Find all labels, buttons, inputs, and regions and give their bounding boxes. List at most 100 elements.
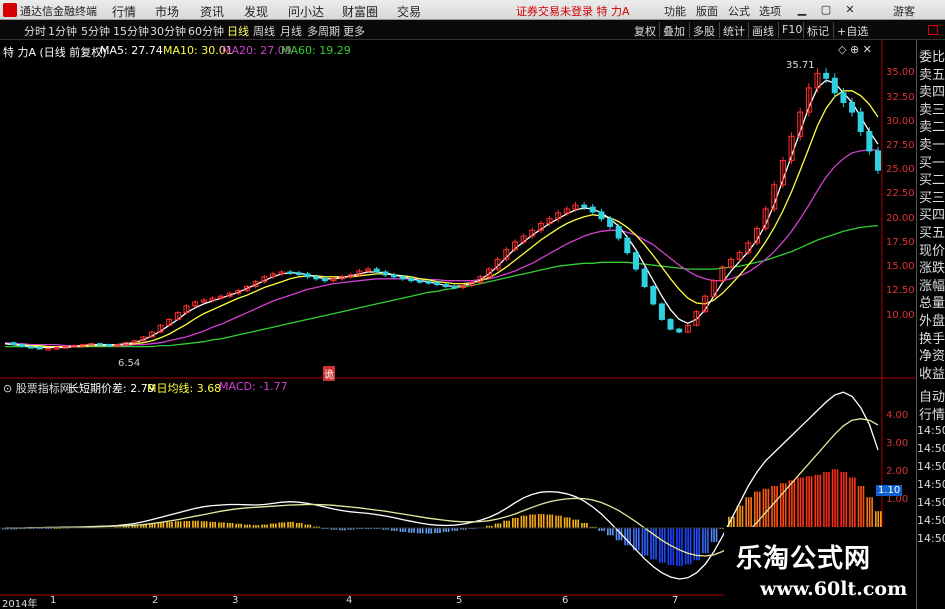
tool-multi-stock[interactable]: 多股	[693, 23, 715, 39]
period-daily[interactable]: 日线	[227, 23, 249, 39]
macd-bar	[549, 514, 551, 528]
tool-mark[interactable]: 标记	[807, 23, 829, 39]
macd-bar	[618, 528, 620, 541]
sidebar-time: 14:50	[917, 442, 945, 455]
period-multi[interactable]: 多周期	[307, 23, 340, 39]
period-30min[interactable]: 30分钟	[150, 23, 186, 39]
macd-bar	[805, 476, 808, 528]
macd-tick-label: 4.00	[886, 410, 909, 421]
macd-bar	[641, 528, 644, 556]
macd-bar	[871, 497, 873, 528]
menu-discover[interactable]: 发现	[244, 3, 268, 20]
menu-ask[interactable]: 问小达	[288, 3, 324, 20]
macd-bar	[542, 514, 545, 528]
macd-bar	[425, 528, 428, 534]
sidebar-mode-label[interactable]: 行情	[919, 404, 945, 423]
price-tick-label: 15.00	[886, 261, 915, 273]
candles	[10, 68, 881, 351]
macd-bar	[421, 528, 424, 534]
tool-statistics[interactable]: 统计	[723, 23, 745, 39]
menu-market[interactable]: 市场	[155, 3, 179, 20]
candle-down	[105, 344, 112, 347]
x-tick-label: 7	[672, 595, 679, 606]
macd-bar	[771, 486, 773, 528]
macd-bar	[261, 524, 263, 528]
period-more[interactable]: 更多	[343, 23, 365, 39]
menu-trade[interactable]: 交易	[397, 3, 421, 20]
tool-f10[interactable]: F10	[782, 23, 802, 36]
tool-overlay[interactable]: 叠加	[663, 23, 685, 39]
macd-bar	[609, 528, 612, 536]
sidebar-label: 买二	[919, 173, 945, 189]
panel-controls-icon[interactable]: ◇ ⊕ ✕	[838, 43, 872, 56]
macd-bar	[849, 477, 851, 528]
app-logo-icon	[3, 3, 17, 17]
macd-bar	[166, 521, 168, 528]
period-1min[interactable]: 1分钟	[48, 23, 77, 39]
close-icon[interactable]: ✕	[843, 3, 857, 17]
menu-layout[interactable]: 版面	[696, 3, 718, 19]
tool-adjust[interactable]: 复权	[634, 23, 656, 39]
menu-formula[interactable]: 公式	[728, 3, 750, 19]
corner-l-icon[interactable]	[928, 25, 938, 35]
macd-bar	[514, 517, 517, 528]
candle-down	[632, 252, 639, 270]
macd-bar	[274, 523, 277, 528]
macd-bar	[646, 528, 649, 556]
macd-bar	[745, 497, 747, 528]
sidebar-label: 卖五	[919, 67, 945, 83]
sidebar-label: 买四	[919, 208, 945, 224]
ma20-line	[4, 149, 879, 347]
period-monthly[interactable]: 月线	[280, 23, 302, 39]
macd-bar	[684, 528, 687, 565]
ma10-line	[4, 90, 879, 348]
macd-bar	[287, 521, 289, 528]
macd-bar	[537, 514, 540, 528]
period-timeshare[interactable]: 分时	[24, 23, 46, 39]
macd-bar	[516, 517, 519, 528]
macd-bar	[197, 520, 199, 528]
menu-function[interactable]: 功能	[664, 3, 686, 19]
tool-add-watchlist[interactable]: +自选	[837, 23, 868, 39]
macd-bar	[168, 521, 171, 528]
price-tick-label: 17.50	[886, 236, 915, 248]
macd-bar	[568, 517, 571, 528]
macd-bar	[851, 477, 854, 528]
period-15min[interactable]: 15分钟	[113, 23, 149, 39]
macd-bar	[188, 521, 191, 528]
macd-bar	[503, 520, 505, 528]
price-tick-label: 32.50	[886, 91, 915, 103]
menu-wealth[interactable]: 财富圈	[342, 3, 378, 20]
price-tick-label: 35.00	[886, 67, 915, 79]
macd-bar	[782, 483, 785, 528]
macd-bar	[283, 522, 286, 528]
menu-options[interactable]: 选项	[759, 3, 781, 19]
macd-bar	[263, 524, 266, 528]
macd-bar	[572, 519, 575, 528]
minimize-icon[interactable]: ▁	[795, 3, 809, 17]
macd-bar	[831, 469, 834, 528]
macd-title: ⊙ 股票指标网	[3, 382, 71, 395]
sidebar-label: 买一	[919, 155, 945, 171]
candle-down	[650, 286, 657, 305]
event-marker[interactable]: 诡	[323, 366, 335, 381]
tool-draw[interactable]: 画线	[752, 23, 774, 39]
macd-bar	[845, 472, 848, 528]
user-guest[interactable]: 游客	[893, 3, 915, 19]
menu-quotes[interactable]: 行情	[112, 3, 136, 20]
sidebar-time: 14:50	[917, 460, 945, 473]
restore-icon[interactable]: ▢	[819, 3, 833, 17]
period-60min[interactable]: 60分钟	[188, 23, 224, 39]
macd-bar	[577, 519, 580, 528]
sidebar-mode-label[interactable]: 自动	[919, 386, 945, 405]
macd-bar	[860, 486, 862, 528]
period-weekly[interactable]: 周线	[253, 23, 275, 39]
period-5min[interactable]: 5分钟	[81, 23, 110, 39]
menu-news[interactable]: 资讯	[200, 3, 224, 20]
macd-bar	[560, 515, 562, 528]
kline-chart[interactable]	[0, 40, 916, 609]
macd-bar	[531, 514, 534, 528]
sidebar-time: 14:50	[917, 514, 945, 527]
macd-bar	[171, 521, 173, 528]
macd-bar	[546, 514, 549, 528]
